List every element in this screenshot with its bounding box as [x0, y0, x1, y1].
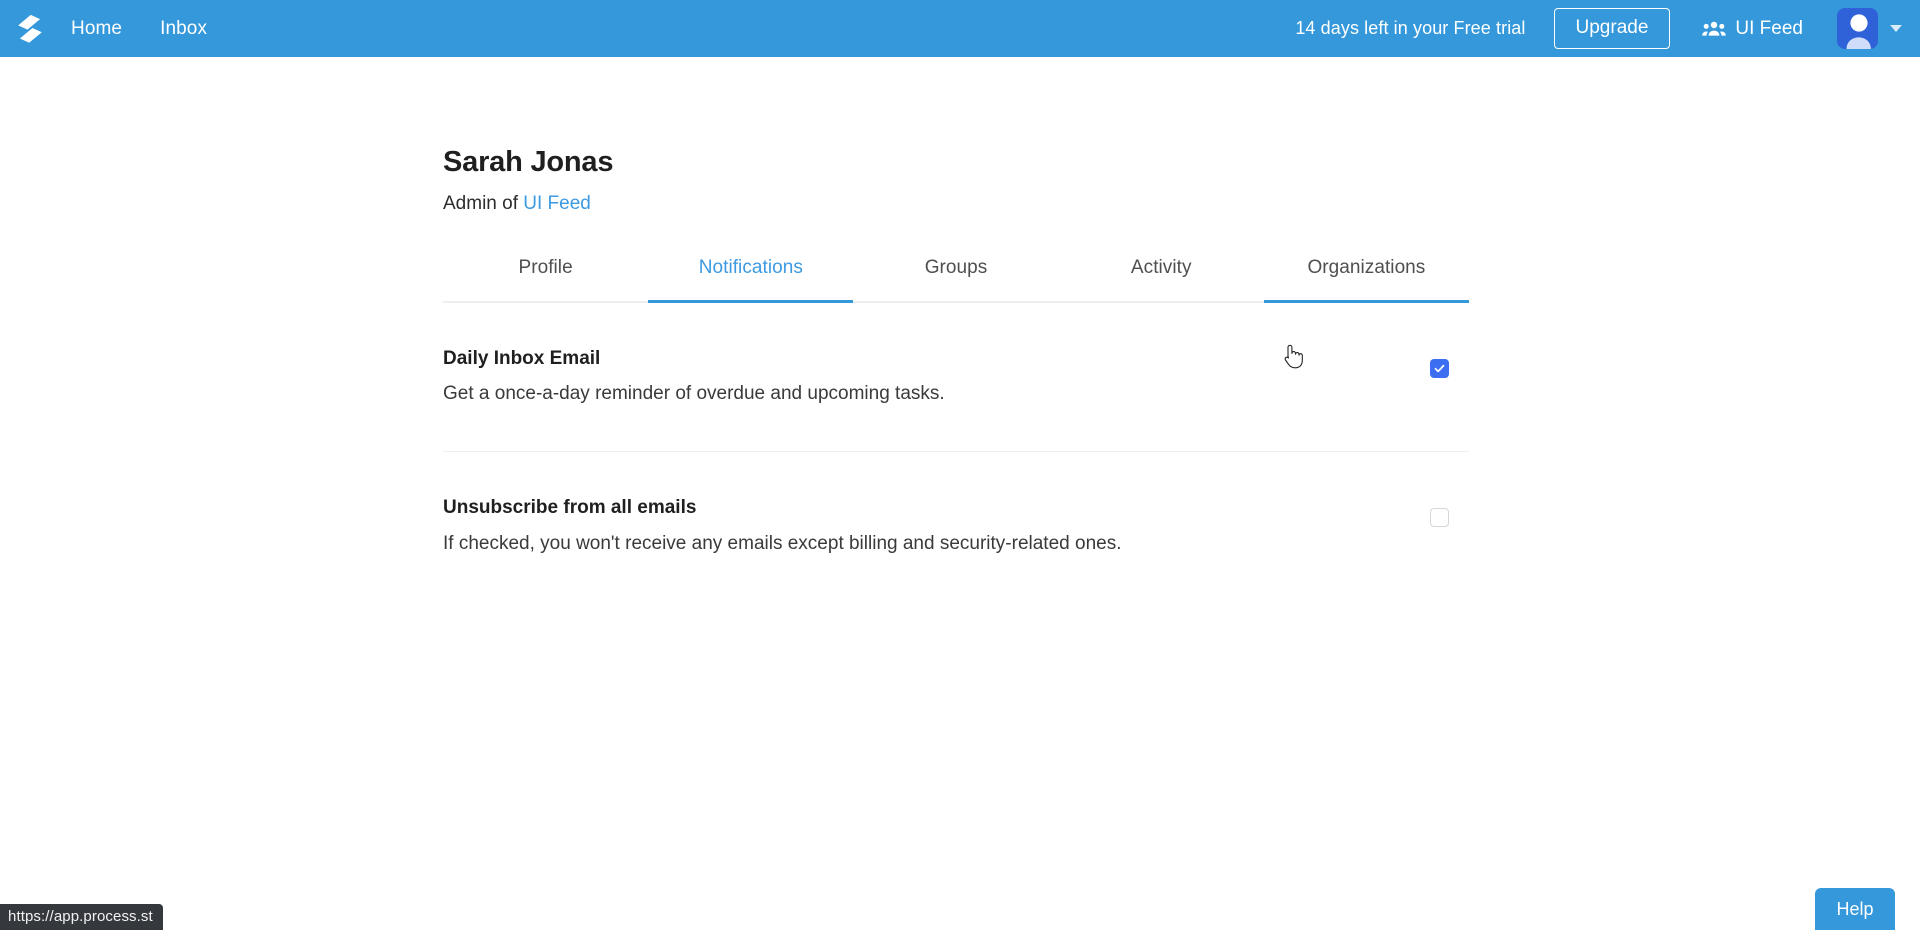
- page-body: Sarah Jonas Admin of UI Feed Profile Not…: [0, 57, 1920, 930]
- setting-control-cell: [1409, 347, 1469, 378]
- notification-settings-list: Daily Inbox Email Get a once-a-day remin…: [443, 303, 1469, 601]
- help-button[interactable]: Help: [1815, 888, 1895, 930]
- checkmark-icon: [1434, 364, 1444, 372]
- setting-title: Unsubscribe from all emails: [443, 497, 697, 519]
- organization-link[interactable]: UI Feed: [523, 193, 591, 214]
- setting-text-block: Daily Inbox Email Get a once-a-day remin…: [443, 347, 1409, 407]
- page-title: Sarah Jonas: [443, 146, 614, 178]
- role-prefix-label: Admin of: [443, 192, 524, 214]
- tab-organizations[interactable]: Organizations: [1263, 246, 1470, 303]
- setting-text-block: Unsubscribe from all emails If checked, …: [443, 496, 1409, 556]
- free-trial-notice: 14 days left in your Free trial: [1295, 18, 1526, 38]
- upgrade-button[interactable]: Upgrade: [1553, 8, 1671, 49]
- user-avatar[interactable]: [1837, 8, 1878, 49]
- nav-link-inbox[interactable]: Inbox: [160, 0, 207, 57]
- daily-inbox-email-checkbox[interactable]: [1429, 358, 1449, 378]
- setting-title: Daily Inbox Email: [443, 347, 601, 369]
- settings-tab-bar: Profile Notifications Groups Activity Or…: [443, 246, 1470, 303]
- organization-switcher[interactable]: UI Feed: [1702, 18, 1803, 40]
- top-navigation-bar: Home Inbox 14 days left in your Free tri…: [0, 0, 1920, 57]
- setting-row-daily-inbox-email: Daily Inbox Email Get a once-a-day remin…: [443, 303, 1469, 453]
- setting-description: Get a once-a-day reminder of overdue and…: [443, 383, 945, 405]
- profile-settings-container: Sarah Jonas Admin of UI Feed Profile Not…: [443, 145, 1470, 601]
- top-bar-right-group: 14 days left in your Free trial Upgrade …: [1295, 8, 1920, 49]
- setting-control-cell: [1409, 496, 1469, 528]
- profile-role-line: Admin of UI Feed: [443, 193, 1469, 216]
- status-bar-url: https://app.process.st: [0, 904, 163, 930]
- organization-name-label: UI Feed: [1735, 17, 1803, 39]
- process-street-logo-icon[interactable]: [17, 14, 43, 44]
- nav-link-home[interactable]: Home: [71, 0, 122, 57]
- setting-row-unsubscribe-all-emails: Unsubscribe from all emails If checked, …: [443, 452, 1469, 600]
- tab-groups[interactable]: Groups: [853, 246, 1058, 301]
- chevron-down-icon[interactable]: [1890, 25, 1902, 32]
- tab-notifications[interactable]: Notifications: [648, 246, 854, 303]
- tab-profile[interactable]: Profile: [443, 246, 648, 301]
- unsubscribe-all-emails-checkbox[interactable]: [1429, 508, 1449, 528]
- setting-description: If checked, you won't receive any emails…: [443, 532, 1122, 554]
- tab-activity[interactable]: Activity: [1059, 246, 1264, 301]
- people-group-icon: [1702, 20, 1727, 38]
